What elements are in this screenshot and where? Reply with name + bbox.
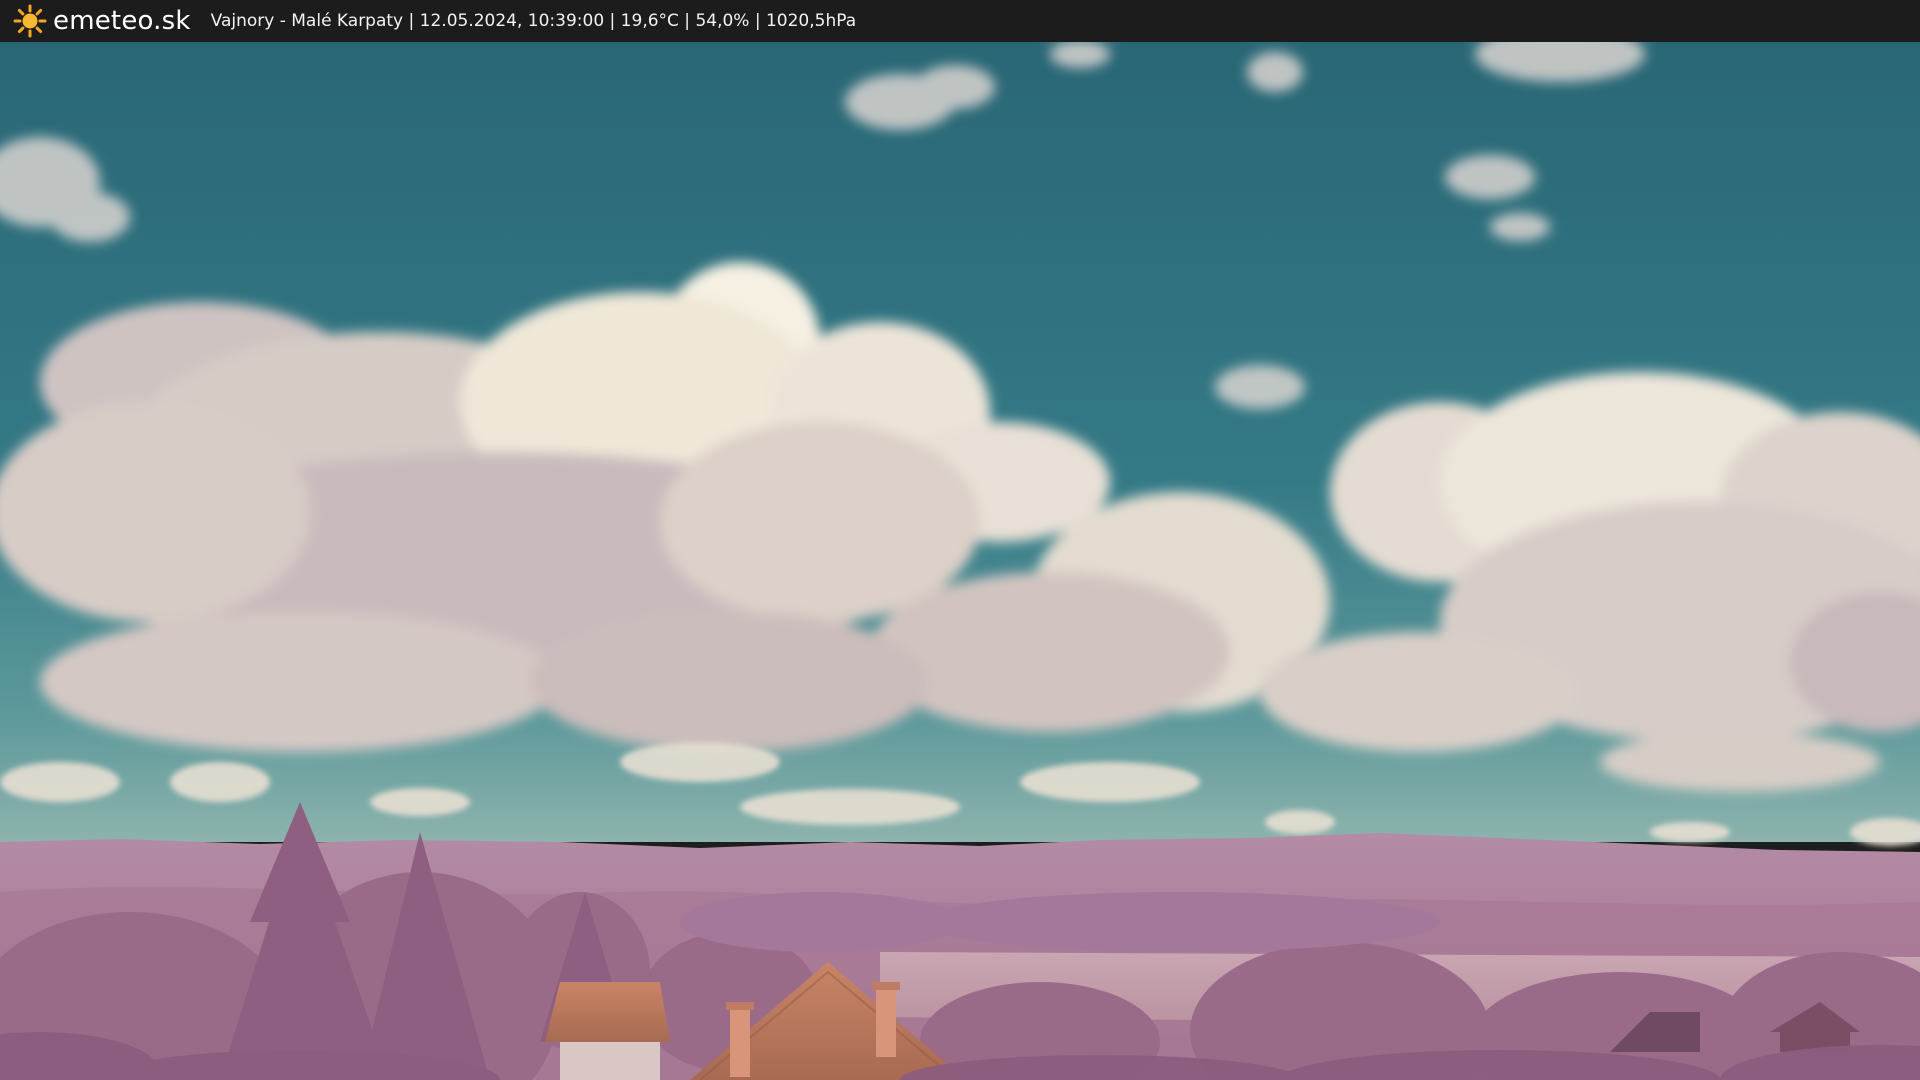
webcam-frame: emeteo.sk Vajnory - Malé Karpaty | 12.05…: [0, 0, 1920, 1080]
house-left: [545, 982, 670, 1080]
webcam-image: [0, 42, 1920, 1080]
info-bar: emeteo.sk Vajnory - Malé Karpaty | 12.05…: [0, 0, 1920, 42]
webcam-caption: Vajnory - Malé Karpaty | 12.05.2024, 10:…: [210, 11, 857, 31]
sun-icon: [13, 4, 47, 38]
brand-name: emeteo.sk: [53, 6, 191, 36]
